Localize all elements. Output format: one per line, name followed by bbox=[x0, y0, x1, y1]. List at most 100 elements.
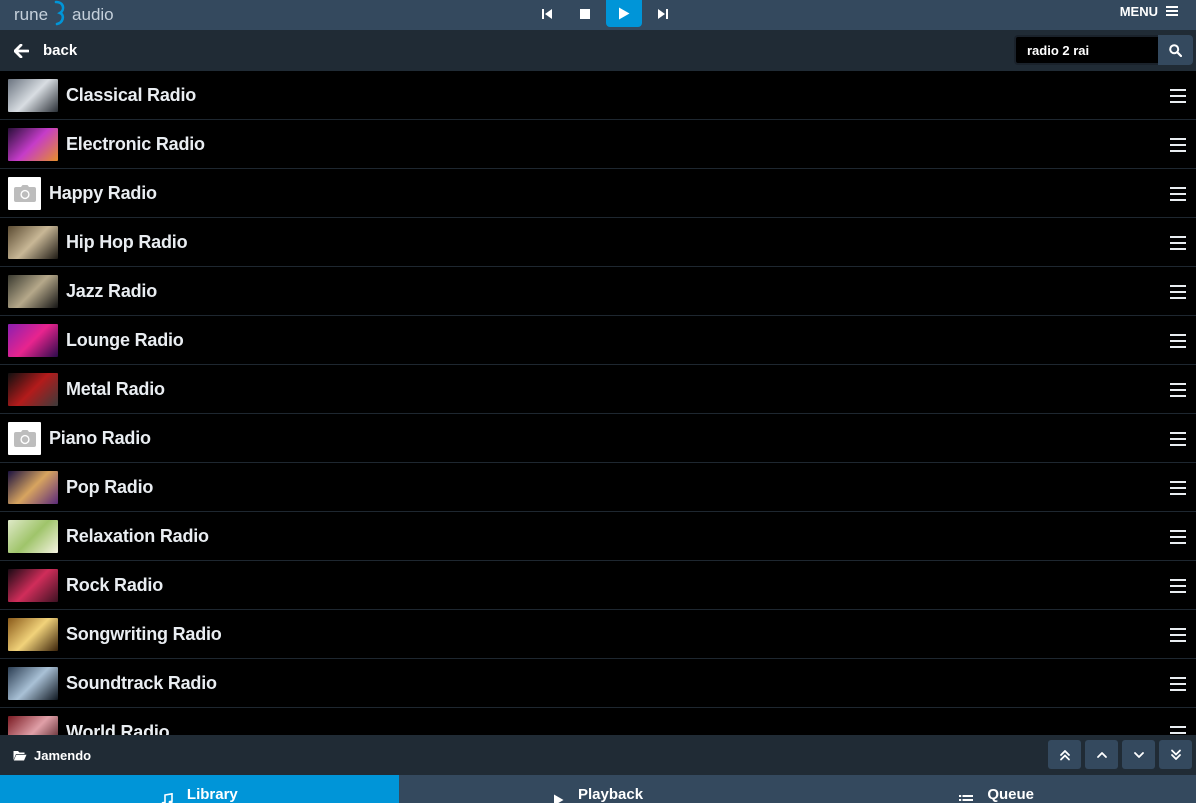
station-list[interactable]: Classical Radio Electronic Radio Happy Rad… bbox=[0, 71, 1196, 735]
logo-mark-icon bbox=[54, 0, 65, 26]
folder-open-icon bbox=[13, 750, 27, 760]
back-label: back bbox=[43, 42, 78, 59]
menu-button[interactable]: MENU bbox=[1120, 0, 1178, 22]
music-note-icon bbox=[161, 793, 173, 803]
item-menu-icon[interactable] bbox=[1170, 236, 1186, 250]
item-menu-icon[interactable] bbox=[1170, 677, 1186, 691]
scroll-top-icon bbox=[1059, 749, 1070, 760]
item-menu-icon[interactable] bbox=[1170, 89, 1186, 103]
item-menu-icon[interactable] bbox=[1170, 579, 1186, 593]
arrow-left-icon bbox=[14, 43, 29, 58]
tab-queue-label: Queue bbox=[987, 786, 1035, 803]
item-menu-icon[interactable] bbox=[1170, 334, 1186, 348]
scroll-up-button[interactable] bbox=[1085, 740, 1118, 769]
stop-button[interactable] bbox=[566, 0, 604, 27]
next-icon bbox=[658, 8, 668, 19]
station-label: Jazz Radio bbox=[66, 280, 158, 301]
list-item[interactable]: Jazz Radio bbox=[0, 267, 1196, 316]
list-item[interactable]: Relaxation Radio bbox=[0, 512, 1196, 561]
item-menu-icon[interactable] bbox=[1170, 628, 1186, 642]
scroll-down-button[interactable] bbox=[1122, 740, 1155, 769]
station-thumbnail bbox=[8, 715, 58, 735]
station-thumbnail bbox=[8, 568, 58, 602]
transport-controls bbox=[528, 0, 682, 30]
bottom-tabs: Library Playback Queue bbox=[0, 775, 1196, 803]
logo[interactable]: rune audio bbox=[14, 0, 114, 30]
list-item[interactable]: Electronic Radio bbox=[0, 120, 1196, 169]
item-menu-icon[interactable] bbox=[1170, 285, 1186, 299]
station-label: Happy Radio bbox=[49, 182, 157, 203]
search-input[interactable] bbox=[1014, 35, 1158, 65]
tab-playback-label: Playback bbox=[577, 786, 644, 803]
tab-library-label: Library bbox=[186, 786, 238, 803]
item-menu-icon[interactable] bbox=[1170, 726, 1186, 735]
list-item[interactable]: World Radio bbox=[0, 708, 1196, 735]
station-thumbnail bbox=[8, 127, 58, 161]
item-menu-icon[interactable] bbox=[1170, 432, 1186, 446]
station-thumbnail bbox=[8, 78, 58, 112]
top-bar: rune audio MENU bbox=[0, 0, 1196, 30]
list-item[interactable]: Songwriting Radio bbox=[0, 610, 1196, 659]
next-button[interactable] bbox=[644, 0, 682, 27]
previous-button[interactable] bbox=[528, 0, 566, 27]
station-thumbnail bbox=[8, 274, 58, 308]
station-thumbnail bbox=[8, 617, 58, 651]
item-menu-icon[interactable] bbox=[1170, 187, 1186, 201]
station-thumbnail bbox=[8, 470, 58, 504]
scroll-bottom-button[interactable] bbox=[1159, 740, 1192, 769]
station-label: Lounge Radio bbox=[66, 329, 184, 350]
breadcrumb-label: Jamendo bbox=[34, 747, 92, 763]
search-box bbox=[1014, 35, 1193, 65]
scroll-down-icon bbox=[1133, 751, 1144, 758]
list-item[interactable]: Pop Radio bbox=[0, 463, 1196, 512]
station-label: Soundtrack Radio bbox=[66, 672, 217, 693]
tab-library[interactable]: Library bbox=[0, 775, 399, 803]
list-item[interactable]: Rock Radio bbox=[0, 561, 1196, 610]
camera-placeholder-icon bbox=[8, 421, 41, 455]
station-thumbnail bbox=[8, 666, 58, 700]
play-icon bbox=[553, 794, 564, 803]
item-menu-icon[interactable] bbox=[1170, 138, 1186, 152]
list-item[interactable]: Classical Radio bbox=[0, 71, 1196, 120]
list-item[interactable]: Metal Radio bbox=[0, 365, 1196, 414]
tab-playback[interactable]: Playback bbox=[398, 775, 798, 803]
list-item[interactable]: Happy Radio bbox=[0, 169, 1196, 218]
hamburger-icon bbox=[1166, 6, 1178, 16]
station-label: Relaxation Radio bbox=[66, 525, 209, 546]
item-menu-icon[interactable] bbox=[1170, 530, 1186, 544]
list-item[interactable]: Soundtrack Radio bbox=[0, 659, 1196, 708]
list-icon bbox=[959, 795, 974, 801]
item-menu-icon[interactable] bbox=[1170, 481, 1186, 495]
station-thumbnail bbox=[8, 519, 58, 553]
station-label: Electronic Radio bbox=[66, 133, 205, 154]
station-label: Classical Radio bbox=[66, 84, 197, 105]
tab-queue[interactable]: Queue bbox=[797, 775, 1196, 803]
station-label: Rock Radio bbox=[66, 574, 164, 595]
station-thumbnail bbox=[8, 323, 58, 357]
play-icon bbox=[619, 7, 630, 20]
station-label: World Radio bbox=[66, 721, 170, 736]
logo-text-left: rune bbox=[14, 5, 49, 24]
previous-icon bbox=[542, 8, 552, 19]
list-item[interactable]: Piano Radio bbox=[0, 414, 1196, 463]
scroll-top-button[interactable] bbox=[1048, 740, 1081, 769]
list-item[interactable]: Lounge Radio bbox=[0, 316, 1196, 365]
station-thumbnail bbox=[8, 372, 58, 406]
breadcrumb-bar: Jamendo bbox=[0, 735, 1196, 775]
station-label: Piano Radio bbox=[49, 427, 151, 448]
search-icon bbox=[1169, 43, 1182, 57]
logo-text-right: audio bbox=[72, 5, 114, 24]
back-button[interactable]: back bbox=[14, 30, 77, 71]
station-label: Pop Radio bbox=[66, 476, 154, 497]
list-item[interactable]: Hip Hop Radio bbox=[0, 218, 1196, 267]
station-label: Songwriting Radio bbox=[66, 623, 222, 644]
play-button[interactable] bbox=[606, 0, 642, 27]
stop-icon bbox=[580, 8, 590, 19]
scroll-up-icon bbox=[1096, 751, 1107, 758]
library-toolbar: back bbox=[0, 30, 1196, 71]
breadcrumb[interactable]: Jamendo bbox=[13, 735, 91, 775]
menu-label: MENU bbox=[1119, 3, 1158, 19]
station-thumbnail bbox=[8, 225, 58, 259]
item-menu-icon[interactable] bbox=[1170, 383, 1186, 397]
search-button[interactable] bbox=[1158, 35, 1193, 65]
